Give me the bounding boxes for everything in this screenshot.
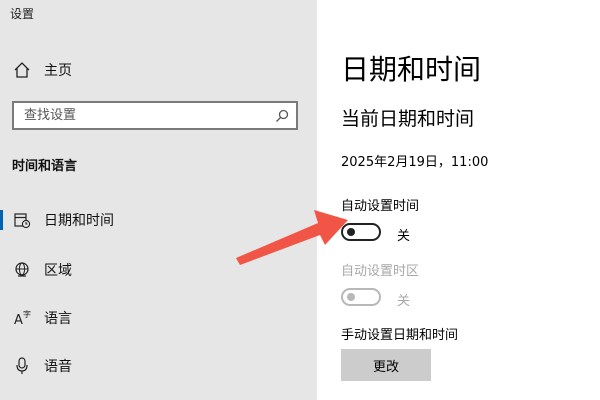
section-subtitle: 当前日期和时间 bbox=[341, 108, 475, 130]
main-panel: 日期和时间 当前日期和时间 2025年2月19日，11:00 自动设置时间 关 … bbox=[317, 0, 600, 400]
auto-timezone-label: 自动设置时区 bbox=[341, 264, 420, 279]
sidebar-item-label: 语音 bbox=[44, 359, 72, 375]
svg-text:字: 字 bbox=[23, 309, 31, 319]
sidebar-item-home[interactable]: 主页 bbox=[0, 50, 317, 90]
globe-icon bbox=[15, 262, 29, 277]
sidebar-item-label: 区域 bbox=[44, 263, 72, 279]
sidebar-item-language[interactable]: A 字 语言 bbox=[0, 298, 317, 338]
active-indicator bbox=[0, 210, 3, 230]
auto-timezone-toggle bbox=[341, 288, 381, 306]
search-icon[interactable] bbox=[274, 108, 290, 124]
change-button[interactable]: 更改 bbox=[341, 349, 431, 381]
app-title: 设置 bbox=[10, 7, 35, 21]
search-box[interactable] bbox=[12, 101, 298, 130]
sidebar-item-label: 语言 bbox=[44, 311, 72, 327]
auto-time-state: 关 bbox=[397, 229, 411, 244]
toggle-knob bbox=[347, 293, 355, 301]
toggle-knob bbox=[347, 228, 355, 236]
current-datetime: 2025年2月19日，11:00 bbox=[341, 155, 489, 170]
sidebar-item-region[interactable]: 区域 bbox=[0, 250, 317, 290]
home-icon bbox=[14, 62, 30, 78]
sidebar-item-label: 日期和时间 bbox=[44, 213, 114, 229]
manual-set-label: 手动设置日期和时间 bbox=[341, 328, 459, 343]
auto-time-toggle[interactable] bbox=[341, 223, 381, 241]
page-title: 日期和时间 bbox=[341, 53, 482, 86]
svg-text:A: A bbox=[14, 313, 23, 328]
sidebar-item-label: 主页 bbox=[44, 63, 72, 79]
sidebar-item-date-time[interactable]: 日期和时间 bbox=[0, 200, 317, 240]
calendar-clock-icon bbox=[14, 213, 31, 229]
microphone-icon bbox=[16, 357, 28, 374]
sidebar-item-speech[interactable]: 语音 bbox=[0, 346, 317, 386]
sidebar: 设置 主页 时间和语言 日期和时间 区域 bbox=[0, 0, 317, 400]
section-title: 时间和语言 bbox=[12, 159, 78, 174]
search-input[interactable] bbox=[14, 103, 274, 128]
language-icon: A 字 bbox=[14, 309, 31, 328]
auto-timezone-state: 关 bbox=[397, 294, 411, 309]
auto-time-label: 自动设置时间 bbox=[341, 199, 420, 214]
